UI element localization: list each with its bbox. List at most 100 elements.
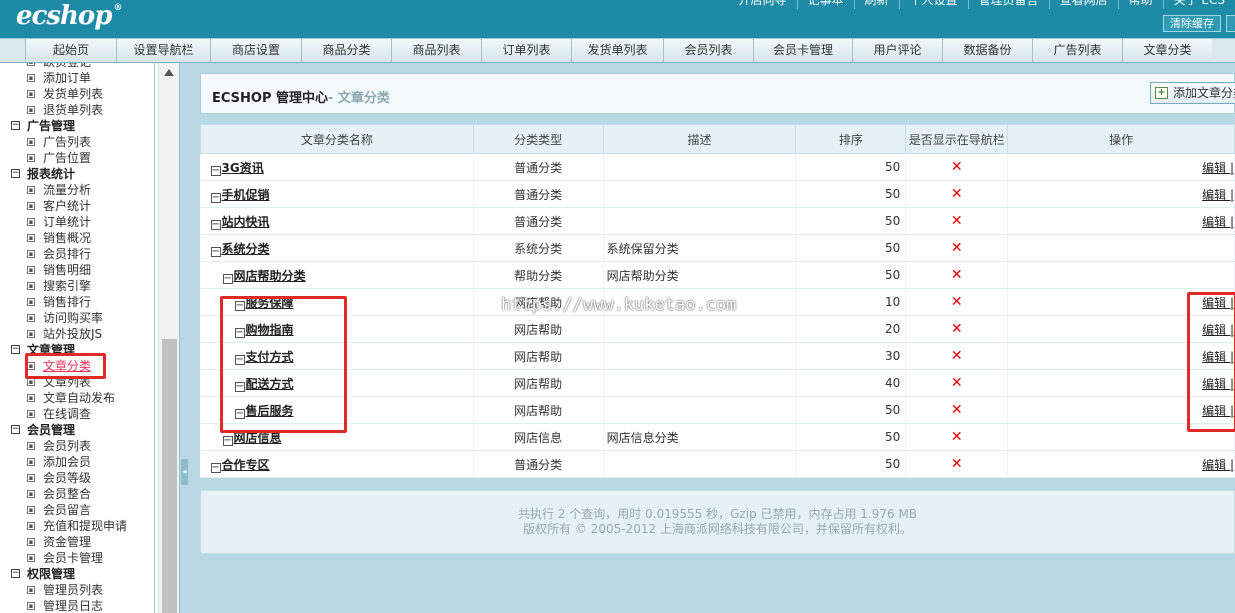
category-name-link[interactable]: 网店帮助分类 (234, 269, 306, 283)
expand-box-icon[interactable]: − (11, 425, 20, 434)
scroll-up-icon[interactable] (164, 69, 174, 76)
cross-icon[interactable]: ✕ (951, 348, 963, 364)
edit-link[interactable]: 编辑 | (1202, 161, 1234, 175)
category-name-link[interactable]: 合作专区 (222, 458, 270, 472)
tree-toggle-icon[interactable]: − (210, 462, 221, 473)
cross-icon[interactable]: ✕ (951, 213, 963, 229)
sidebar-item[interactable]: ▪ 会员排行 (0, 246, 154, 262)
sidebar-item[interactable]: ▪ 添加订单 (0, 70, 154, 86)
tree-toggle-icon[interactable]: − (222, 435, 233, 446)
tab-order-list[interactable]: 订单列表 (481, 39, 571, 62)
sidebar-item[interactable]: ▪ 客户统计 (0, 198, 154, 214)
sidebar-item[interactable]: ▪ 销售明细 (0, 262, 154, 278)
category-sort-cell[interactable]: 30 (795, 342, 907, 370)
sidebar-item[interactable]: ▪ 会员整合 (0, 486, 154, 502)
top-link-wizard[interactable]: 开店向导 (728, 0, 796, 9)
sidebar-item[interactable]: ▪ 管理员列表 (0, 582, 154, 598)
cross-icon[interactable]: ✕ (951, 375, 963, 391)
sidebar-item[interactable]: ▪ 流量分析 (0, 182, 154, 198)
sidebar-item[interactable]: ▪ 搜索引擎 (0, 278, 154, 294)
cross-icon[interactable]: ✕ (951, 294, 963, 310)
tree-toggle-icon[interactable]: − (210, 219, 221, 230)
sidebar-scrollbar[interactable] (158, 63, 179, 613)
cross-icon[interactable]: ✕ (951, 321, 963, 337)
sidebar-item[interactable]: ▪ 资金管理 (0, 534, 154, 550)
sidebar-item[interactable]: ▪ 会员留言 (0, 502, 154, 518)
category-sort-cell[interactable]: 50 (795, 207, 907, 235)
tab-comments[interactable]: 用户评论 (852, 39, 942, 62)
clear-cache-button[interactable]: 清除缓存 (1163, 15, 1221, 32)
category-sort-cell[interactable]: 50 (795, 153, 907, 181)
sidebar-item[interactable]: ▪ 订单统计 (0, 214, 154, 230)
top-link-about[interactable]: 关于 ECS (1162, 0, 1235, 9)
expand-box-icon[interactable]: − (11, 569, 20, 578)
tab-member-list[interactable]: 会员列表 (663, 39, 753, 62)
cross-icon[interactable]: ✕ (951, 159, 963, 175)
collapse-left-icon[interactable]: ◂ (181, 459, 188, 485)
cross-icon[interactable]: ✕ (951, 240, 963, 256)
tree-toggle-icon[interactable]: − (210, 246, 221, 257)
top-link-view-shop[interactable]: 查看网店 (1048, 0, 1118, 9)
category-sort-cell[interactable]: 50 (795, 423, 907, 451)
top-link-messages[interactable]: 管理员留言 (967, 0, 1049, 9)
top-link-settings[interactable]: 个人设置 (898, 0, 968, 9)
tree-toggle-icon[interactable]: − (210, 192, 221, 203)
tab-goods-category[interactable]: 商品分类 (301, 39, 391, 62)
category-sort-cell[interactable]: 50 (795, 234, 907, 262)
sidebar-item[interactable]: ▪ 会员卡管理 (0, 550, 154, 566)
sidebar-item[interactable]: ▪ 销售概况 (0, 230, 154, 246)
top-link-refresh[interactable]: 刷新 (853, 0, 899, 9)
sidebar-group-head[interactable]: − 报表统计 (0, 166, 154, 182)
tab-backup[interactable]: 数据备份 (942, 39, 1032, 62)
sidebar-group-head[interactable]: − 广告管理 (0, 118, 154, 134)
category-sort-cell[interactable]: 40 (795, 369, 907, 397)
sidebar-item[interactable]: ▪ 广告位置 (0, 150, 154, 166)
tab-home[interactable]: 起始页 (25, 39, 116, 62)
cross-icon[interactable]: ✕ (951, 429, 963, 445)
expand-box-icon[interactable]: − (11, 169, 20, 178)
category-name-link[interactable]: 手机促销 (222, 188, 270, 202)
category-name-link[interactable]: 系统分类 (222, 242, 270, 256)
tab-article-category[interactable]: 文章分类 (1122, 39, 1212, 62)
sidebar-group-head[interactable]: − 会员管理 (0, 422, 154, 438)
sidebar-item[interactable]: ▪ 销售排行 (0, 294, 154, 310)
sidebar-item[interactable]: ▪ 充值和提现申请 (0, 518, 154, 534)
edit-link[interactable]: 编辑 | (1202, 458, 1234, 472)
sidebar-item[interactable]: ▪ 缺货登记 (0, 63, 154, 70)
sidebar-group-head[interactable]: − 权限管理 (0, 566, 154, 582)
add-article-category-button[interactable]: + 添加文章分类 (1150, 82, 1235, 104)
category-sort-cell[interactable]: 20 (795, 315, 907, 343)
tree-toggle-icon[interactable]: − (222, 273, 233, 284)
sidebar-item[interactable]: ▪ 在线调查 (0, 406, 154, 422)
sidebar-item[interactable]: ▪ 添加会员 (0, 454, 154, 470)
category-sort-cell[interactable]: 50 (795, 450, 907, 478)
category-sort-cell[interactable]: 50 (795, 396, 907, 424)
top-link-help[interactable]: 帮助 (1117, 0, 1163, 9)
scrollbar-thumb[interactable] (162, 339, 177, 613)
expand-box-icon[interactable]: − (11, 345, 20, 354)
cross-icon[interactable]: ✕ (951, 456, 963, 472)
sidebar-item[interactable]: ▪ 会员等级 (0, 470, 154, 486)
category-sort-cell[interactable]: 50 (795, 261, 907, 289)
sidebar-item[interactable]: ▪ 文章自动发布 (0, 390, 154, 406)
edit-link[interactable]: 编辑 | (1202, 188, 1234, 202)
cross-icon[interactable]: ✕ (951, 267, 963, 283)
sidebar-item[interactable]: ▪ 站外投放JS (0, 326, 154, 342)
sidebar-item[interactable]: ▪ 访问购买率 (0, 310, 154, 326)
sidebar-item[interactable]: ▪ 会员列表 (0, 438, 154, 454)
tab-member-card[interactable]: 会员卡管理 (753, 39, 852, 62)
tree-toggle-icon[interactable]: − (210, 165, 221, 176)
tab-goods-list[interactable]: 商品列表 (391, 39, 481, 62)
sidebar-item[interactable]: ▪ 广告列表 (0, 134, 154, 150)
sidebar-item[interactable]: ▪ 退货单列表 (0, 102, 154, 118)
category-name-link[interactable]: 3G资讯 (222, 161, 264, 175)
category-sort-cell[interactable]: 50 (795, 180, 907, 208)
cross-icon[interactable]: ✕ (951, 186, 963, 202)
top-link-notepad[interactable]: 记事本 (796, 0, 854, 9)
sidebar-item[interactable]: ▪ 管理员日志 (0, 598, 154, 613)
cross-icon[interactable]: ✕ (951, 402, 963, 418)
edit-link[interactable]: 编辑 | (1202, 215, 1234, 229)
category-name-link[interactable]: 站内快讯 (222, 215, 270, 229)
expand-box-icon[interactable]: − (11, 121, 20, 130)
sidebar-item[interactable]: ▪ 发货单列表 (0, 86, 154, 102)
